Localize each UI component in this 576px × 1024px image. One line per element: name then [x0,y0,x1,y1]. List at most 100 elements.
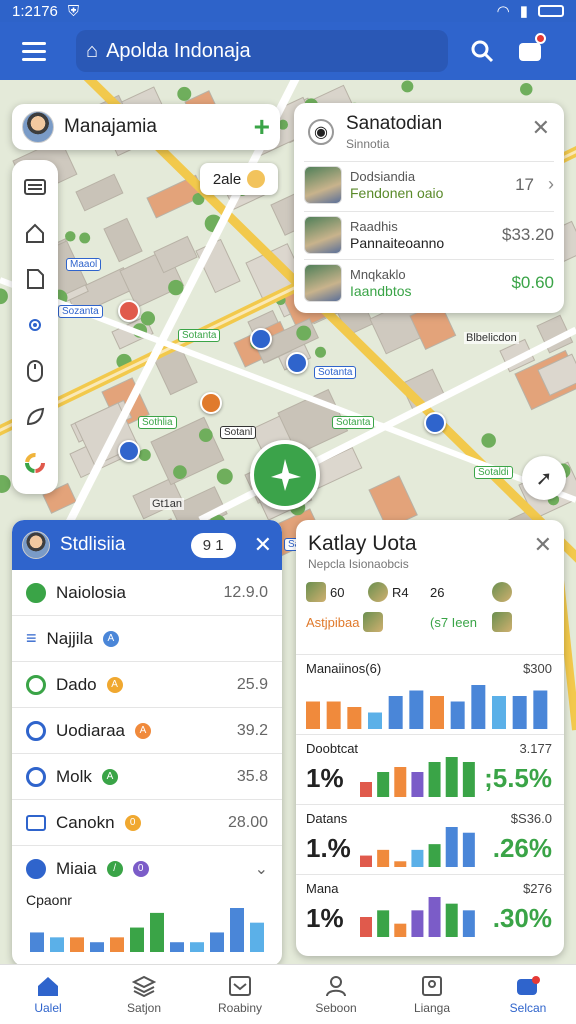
chart-bar [492,696,506,729]
map-marker[interactable] [118,440,140,462]
row-value: $0.60 [511,272,554,292]
chart-bar [90,942,104,952]
thumbnail [304,215,342,254]
navigate-button[interactable] [250,440,320,510]
nav-item-profile[interactable]: Seboon [288,965,384,1024]
badge-icon: 0 [132,861,149,877]
grid-item[interactable] [492,612,554,632]
nav-item-inbox[interactable]: Roabiny [192,965,288,1024]
mini-bar-chart [30,908,264,952]
metric-percent: ;5.5% [484,763,552,793]
tool-google[interactable] [20,446,50,480]
direction-icon: ➚ [535,467,553,490]
chart-bar [394,861,407,867]
nav-label: Satjon [126,1000,162,1015]
metric-panel[interactable]: Mana $276 1% .30% [296,874,564,944]
daily-subtitle: Nepcla Isionaobcis [308,557,409,571]
metric-bar-chart [360,897,475,937]
tool-mouse[interactable] [20,354,50,388]
nav-item-layers[interactable]: Satjon [96,965,192,1024]
row-line1: Raadhis [350,218,398,234]
chart-bar [394,767,407,797]
search-field[interactable]: ⌂ Apolda Indonaja [76,30,448,72]
metric-big: 1.% [306,833,351,863]
grid-label: 60 [330,584,345,600]
chart-bar [462,762,475,797]
stat-row[interactable]: Canokn 0 28.00 [12,800,282,846]
place-name: Gt1an [150,498,184,510]
tool-home[interactable] [20,216,50,250]
chart-bar [70,937,84,952]
stat-row[interactable]: ≡ Najjila A [12,616,282,662]
metric-big: 1% [306,763,344,793]
metric-label: Datans [306,811,348,826]
notification-dot [535,33,546,44]
home-icon [38,976,58,996]
tool-layers[interactable] [20,170,50,204]
location-card[interactable]: Manajamia + [12,104,280,150]
app-bar: ⌂ Apolda Indonaja [0,22,576,80]
chart-bar [368,712,382,729]
count-chip[interactable]: 9 1 [190,532,236,558]
notifications-button[interactable] [510,31,550,71]
shield-icon: ⛨ [67,2,80,20]
nav-item-home[interactable]: Ualel [0,965,96,1024]
nav-item-messages[interactable]: Selcan [480,965,576,1024]
list-icon [24,179,46,195]
map-marker[interactable] [200,392,222,414]
stat-value: 35.8 [236,767,268,785]
sales-card: ◉ Sanatodian Sinnotia ✕ Dodsiandia Fendon… [294,103,564,313]
box-icon [492,612,512,632]
map-marker[interactable] [424,412,446,434]
nav-item-contacts[interactable]: Lianga [384,965,480,1024]
map-marker[interactable] [250,328,272,350]
menu-button[interactable] [14,31,54,71]
grid-item[interactable]: Astjpibaa [306,612,430,632]
metric-panel[interactable]: Manaiinos(6) $300 [296,654,564,734]
grid-item[interactable]: R4 [368,582,430,602]
status-time: 1:2176 [12,2,58,20]
list-item[interactable]: Mnqkaklo Iaandbtos $0.60 [304,259,554,305]
search-icon [471,40,494,63]
tool-center[interactable] [20,308,50,342]
stat-value: 39.2 [236,721,268,739]
daily-title: Katlay Uota [308,532,417,555]
stat-label: Najjila [46,628,93,648]
list-item[interactable]: Dodsiandia Fendonen oaio 17 › [304,161,554,207]
stat-row[interactable]: Naiolosia 12.9.0 [12,570,282,616]
close-icon[interactable]: ✕ [532,115,550,141]
grid-item[interactable]: 60 [306,582,368,602]
stat-row[interactable]: Miaia / 0 ⌄ [12,846,282,892]
icon-grid: 60 R4 26 Astjpibaa (s7 Ieen [306,582,554,632]
tool-document[interactable] [20,262,50,296]
chevron-down-icon[interactable]: ⌄ [255,859,268,879]
stat-row[interactable]: Uodiaraa A 39.2 [12,708,282,754]
bottom-navigation: Ualel Satjon Roabiny Seboon Lianga Selca… [0,964,576,1024]
metric-value: $S36.0 [510,811,552,826]
close-icon[interactable]: ✕ [254,532,272,558]
street-label: Sotaldi [474,466,513,479]
chart-bar [377,772,390,797]
add-icon[interactable]: + [254,111,270,143]
stat-label: Naiolosia [56,582,126,602]
metric-panel[interactable]: Doobtcat 3.177 1% ;5.5% [296,734,564,804]
face-icon [247,170,266,188]
stat-label: Dado [56,674,97,694]
chart-bar [230,908,244,952]
grid-item[interactable]: (s7 Ieen [430,612,492,632]
chart-bar [450,701,465,729]
row-line2: Iaandbtos [350,282,412,299]
metric-panel[interactable]: Datans $S36.0 1.% .26% [296,804,564,874]
list-item[interactable]: Raadhis Pannaiteoanno $33.20 [304,211,554,257]
grid-item[interactable] [492,582,554,602]
grid-item[interactable]: 26 [430,582,492,602]
stat-row[interactable]: Molk A 35.8 [12,754,282,800]
search-button[interactable] [462,31,502,71]
tool-pin[interactable] [20,400,50,434]
compass-button[interactable]: ➚ [522,456,566,500]
close-icon[interactable]: ✕ [534,532,552,558]
map-marker[interactable] [286,352,308,374]
stat-row[interactable]: Dado A 25.9 [12,662,282,708]
map-chip[interactable]: 2ale [200,163,278,195]
map-marker[interactable] [118,300,140,322]
